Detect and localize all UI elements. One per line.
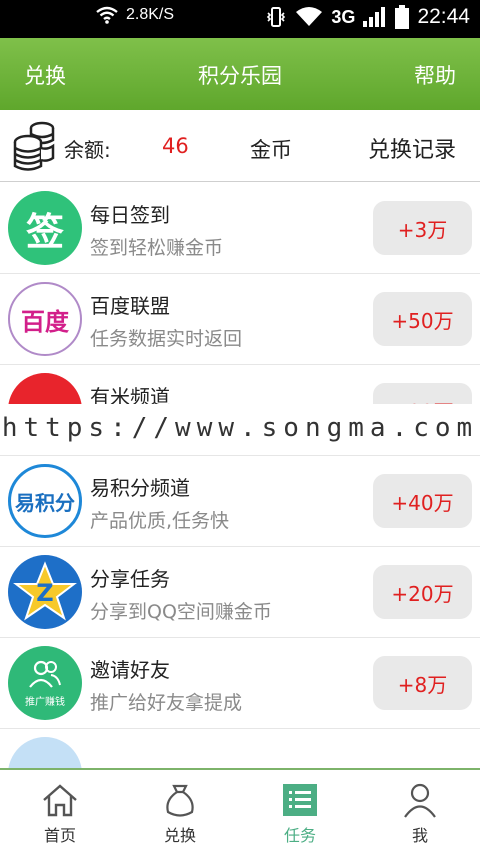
nav-label: 我	[411, 826, 428, 845]
task-list-icon	[283, 784, 317, 816]
task-title: 分享任务	[90, 567, 170, 591]
reward-button[interactable]: +50万	[373, 292, 472, 346]
app-header: 兑换 积分乐园 帮助	[0, 38, 480, 110]
task-desc: 签到轻松赚金币	[90, 237, 224, 259]
signal-bars-icon	[363, 7, 386, 27]
network-type: 3G	[331, 6, 356, 27]
money-bag-icon	[166, 784, 194, 817]
task-item-yijifen[interactable]: 易积分 易积分频道 产品优质,任务快 +40万	[0, 456, 480, 547]
checkin-logo-icon: 签	[8, 191, 82, 265]
task-item-baidu[interactable]: 百度 百度联盟 任务数据实时返回 +50万	[0, 274, 480, 365]
home-icon	[43, 784, 77, 817]
yijifen-logo-icon: 易积分	[8, 464, 82, 538]
watermark-text: https://www.songma.com	[0, 404, 480, 452]
wifi-signal-icon	[296, 7, 323, 26]
balance-unit: 金币	[250, 138, 292, 162]
nav-label: 兑换	[163, 826, 196, 845]
nav-exchange[interactable]: 兑换	[120, 770, 240, 854]
task-desc: 产品优质,任务快	[90, 510, 230, 532]
reward-button[interactable]: +8万	[373, 656, 472, 710]
nav-label: 首页	[43, 826, 76, 845]
user-icon	[404, 783, 436, 818]
reward-button[interactable]: +20万	[373, 565, 472, 619]
status-bar: 2.8K/S 3G 22:44	[0, 0, 480, 38]
reward-button[interactable]: +40万	[373, 474, 472, 528]
balance-label: 余额:	[64, 138, 111, 162]
clock: 22:44	[417, 5, 470, 28]
partial-logo-icon	[8, 737, 82, 768]
reward-button[interactable]: +3万	[373, 201, 472, 255]
task-title: 百度联盟	[90, 294, 170, 318]
nav-me[interactable]: 我	[360, 770, 480, 854]
nav-home[interactable]: 首页	[0, 770, 120, 854]
task-title: 邀请好友	[90, 658, 170, 682]
baidu-logo-icon: 百度	[8, 282, 82, 356]
bottom-nav: 首页 兑换 任务 我	[0, 768, 480, 854]
task-desc: 任务数据实时返回	[90, 328, 243, 350]
network-speed: 2.8K/S	[126, 6, 175, 23]
invite-logo-icon: 推广赚钱	[8, 646, 82, 720]
task-title: 易积分频道	[90, 476, 190, 500]
status-right: 3G 22:44	[265, 5, 470, 29]
wifi-icon	[96, 6, 118, 24]
status-left: 2.8K/S	[96, 6, 174, 24]
task-item-invite[interactable]: 推广赚钱 邀请好友 推广给好友拿提成 +8万	[0, 638, 480, 729]
exchange-records-link[interactable]: 兑换记录	[368, 132, 456, 164]
task-item-partial[interactable]	[0, 729, 480, 768]
task-item-daily-checkin[interactable]: 签 每日签到 签到轻松赚金币 +3万	[0, 183, 480, 274]
task-desc: 推广给好友拿提成	[90, 692, 243, 714]
task-item-share[interactable]: Z 分享任务 分享到QQ空间赚金币 +20万	[0, 547, 480, 638]
task-title: 每日签到	[90, 203, 170, 227]
task-list: 签 每日签到 签到轻松赚金币 +3万 百度 百度联盟 任务数据实时返回 +50万…	[0, 183, 480, 768]
balance-bar: 余额: 46 金币 兑换记录	[0, 110, 480, 182]
nav-label: 任务	[283, 826, 316, 845]
battery-icon	[395, 5, 410, 29]
people-icon	[29, 660, 61, 688]
vibrate-icon	[267, 7, 286, 27]
page-title: 积分乐园	[198, 64, 282, 88]
task-desc: 分享到QQ空间赚金币	[90, 601, 272, 623]
help-button[interactable]: 帮助	[414, 60, 456, 90]
balance-value: 46	[162, 134, 189, 158]
qzone-star-icon: Z	[8, 555, 82, 629]
coin-stack-icon	[13, 121, 55, 171]
nav-tasks[interactable]: 任务	[240, 770, 360, 854]
